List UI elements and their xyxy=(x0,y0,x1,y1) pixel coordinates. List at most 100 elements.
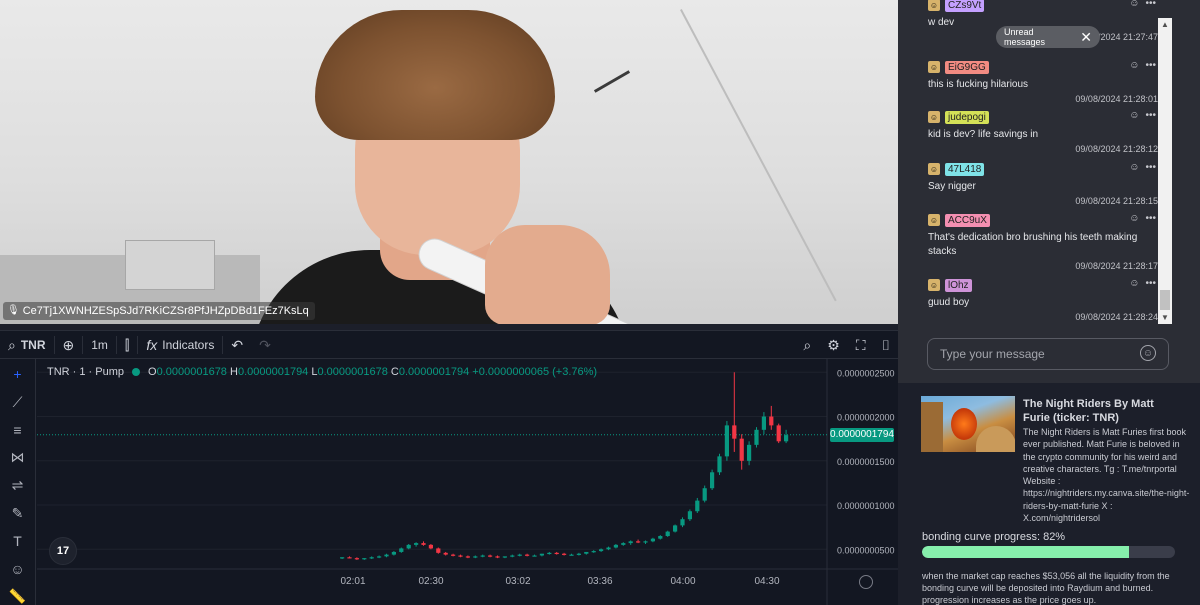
user-avatar-icon: ☺ xyxy=(928,0,940,11)
candlestick-chart[interactable]: 0.0000002500 0.0000002000 0.0000001500 0.00… xyxy=(37,359,898,605)
pattern-tool[interactable]: ⋈ xyxy=(7,448,29,467)
token-image xyxy=(921,396,1015,452)
more-options-icon[interactable]: ••• xyxy=(1145,110,1156,121)
more-options-icon[interactable]: ••• xyxy=(1145,213,1156,224)
more-options-icon[interactable]: ••• xyxy=(1145,162,1156,173)
video-person-hair xyxy=(315,10,555,140)
chat-username[interactable]: EiG9GG xyxy=(945,60,989,74)
x-tick-label: 03:36 xyxy=(587,576,612,587)
candle xyxy=(502,556,507,559)
close-icon[interactable]: ✕ xyxy=(1080,29,1092,46)
chat-username[interactable]: CZs9Vt xyxy=(945,0,985,12)
candle xyxy=(495,555,500,559)
user-avatar-icon: ☺ xyxy=(928,214,940,226)
react-icon[interactable]: ☺ xyxy=(1129,0,1139,9)
candle xyxy=(584,551,589,555)
candle xyxy=(480,554,485,558)
user-avatar-icon: ☺ xyxy=(928,111,940,123)
fib-tool[interactable]: ≡ xyxy=(7,421,29,440)
trend-line-tool[interactable]: ⟋ xyxy=(7,393,29,412)
symbol-search[interactable]: ⌕ TNR xyxy=(0,331,54,359)
text-tool[interactable]: T xyxy=(7,532,29,551)
tradingview-logo[interactable]: 17 xyxy=(49,537,77,565)
react-icon[interactable]: ☺ xyxy=(1129,213,1139,224)
message-actions: ☺ ••• xyxy=(1129,162,1156,173)
candle xyxy=(621,542,626,546)
chat-message-header: ☺ ACC9uX ☺ ••• xyxy=(928,213,1158,227)
chat-message-header: ☺ lOhz ☺ ••• xyxy=(928,278,1158,292)
candle xyxy=(569,553,574,556)
chat-message-time: 09/08/2024 21:28:15 xyxy=(1075,196,1158,206)
indicators-button[interactable]: fx Indicators xyxy=(138,331,222,359)
message-actions: ☺ ••• xyxy=(1129,213,1156,224)
chat-username[interactable]: ACC9uX xyxy=(945,213,990,227)
more-options-icon[interactable]: ••• xyxy=(1145,60,1156,71)
candle xyxy=(354,557,359,560)
chart-type-button[interactable]: ⫿ xyxy=(117,331,137,359)
react-icon[interactable]: ☺ xyxy=(1129,110,1139,121)
symbol-label: TNR xyxy=(20,337,46,352)
interval-button[interactable]: 1m xyxy=(83,331,116,359)
candle xyxy=(761,412,766,435)
candle xyxy=(576,552,581,556)
chat-message-input[interactable]: Type your message xyxy=(927,338,1169,370)
candle xyxy=(391,551,396,556)
settings-button[interactable]: ⚙ xyxy=(819,331,848,359)
emoji-tool[interactable]: ☺ xyxy=(7,559,29,578)
chat-message-text: this is fucking hilarious xyxy=(928,79,1029,90)
microphone-icon: 🎙 xyxy=(7,305,20,316)
react-icon[interactable]: ☺ xyxy=(1129,60,1139,71)
react-icon[interactable]: ☺ xyxy=(1129,162,1139,173)
user-avatar-icon: ☺ xyxy=(928,61,940,73)
quick-search-button[interactable]: ⌕ xyxy=(795,331,819,359)
message-actions: ☺ ••• xyxy=(1129,278,1156,289)
brush-tool[interactable]: ✎ xyxy=(7,504,29,523)
react-icon[interactable]: ☺ xyxy=(1129,278,1139,289)
candle xyxy=(769,405,774,430)
chat-username[interactable]: lOhz xyxy=(945,278,972,292)
video-streamer-caption: 🎙 Ce7Tj1XWNHZESpSJd7RKiCZSr8PfJHZpDBd1FE… xyxy=(3,302,315,320)
fullscreen-button[interactable]: ⛶ xyxy=(848,331,874,359)
compare-button[interactable]: ⊕ xyxy=(55,331,83,359)
crosshair-tool[interactable]: + xyxy=(7,365,29,384)
chat-username[interactable]: judepogi xyxy=(945,110,989,124)
candle xyxy=(702,485,707,503)
camera-icon: ⌷ xyxy=(881,337,890,353)
chart-area[interactable]: 0.0000002500 0.0000002000 0.0000001500 0.00… xyxy=(37,359,898,605)
scroll-up-icon[interactable]: ▲ xyxy=(1161,20,1169,29)
scroll-thumb[interactable] xyxy=(1160,290,1170,310)
bonding-curve-progress-bar xyxy=(922,546,1175,558)
chart-toolbar: ⌕ TNR ⊕ 1m ⫿ fx Indicators ↶ ↷ ⌕ ⚙ ⛶ ⌷ xyxy=(0,331,898,359)
legend-title: TNR · 1 · Pump xyxy=(47,366,125,378)
candle xyxy=(473,555,478,559)
ruler-tool[interactable]: 📏 xyxy=(7,587,29,605)
go-to-realtime-button[interactable] xyxy=(859,575,873,589)
candle xyxy=(465,555,470,559)
token-image-cliff xyxy=(921,402,943,452)
crosshair-icon: + xyxy=(13,366,22,383)
chat-message: ☺ judepogi ☺ ••• kid is dev? life savings in… xyxy=(928,110,1158,154)
x-tick-label: 03:02 xyxy=(505,576,530,587)
more-options-icon[interactable]: ••• xyxy=(1145,278,1156,289)
redo-button[interactable]: ↷ xyxy=(251,331,279,359)
more-options-icon[interactable]: ••• xyxy=(1145,0,1156,9)
candle xyxy=(687,509,692,521)
undo-button[interactable]: ↶ xyxy=(223,331,251,359)
unread-messages-pill[interactable]: Unread messages ✕ xyxy=(996,26,1100,48)
scroll-down-icon[interactable]: ▼ xyxy=(1161,313,1169,322)
prediction-tool[interactable]: ⇌ xyxy=(7,476,29,495)
toolbar-right: ⌕ ⚙ ⛶ ⌷ xyxy=(795,331,898,359)
snapshot-button[interactable]: ⌷ xyxy=(874,331,898,359)
candle xyxy=(443,551,448,556)
candle xyxy=(421,541,426,546)
candle xyxy=(547,551,552,555)
candle xyxy=(695,497,700,514)
brush-icon: ✎ xyxy=(11,504,24,521)
livestream-video[interactable]: 🎙 Ce7Tj1XWNHZESpSJd7RKiCZSr8PfJHZpDBd1FE… xyxy=(0,0,898,324)
video-background-light xyxy=(593,70,631,93)
chat-scrollbar[interactable]: ▲ ▼ xyxy=(1158,18,1172,324)
chat-username[interactable]: 47L418 xyxy=(945,162,985,176)
video-background-line xyxy=(680,9,837,302)
emoji-icon[interactable]: ☺ xyxy=(1140,345,1156,361)
function-icon: fx xyxy=(146,336,158,353)
